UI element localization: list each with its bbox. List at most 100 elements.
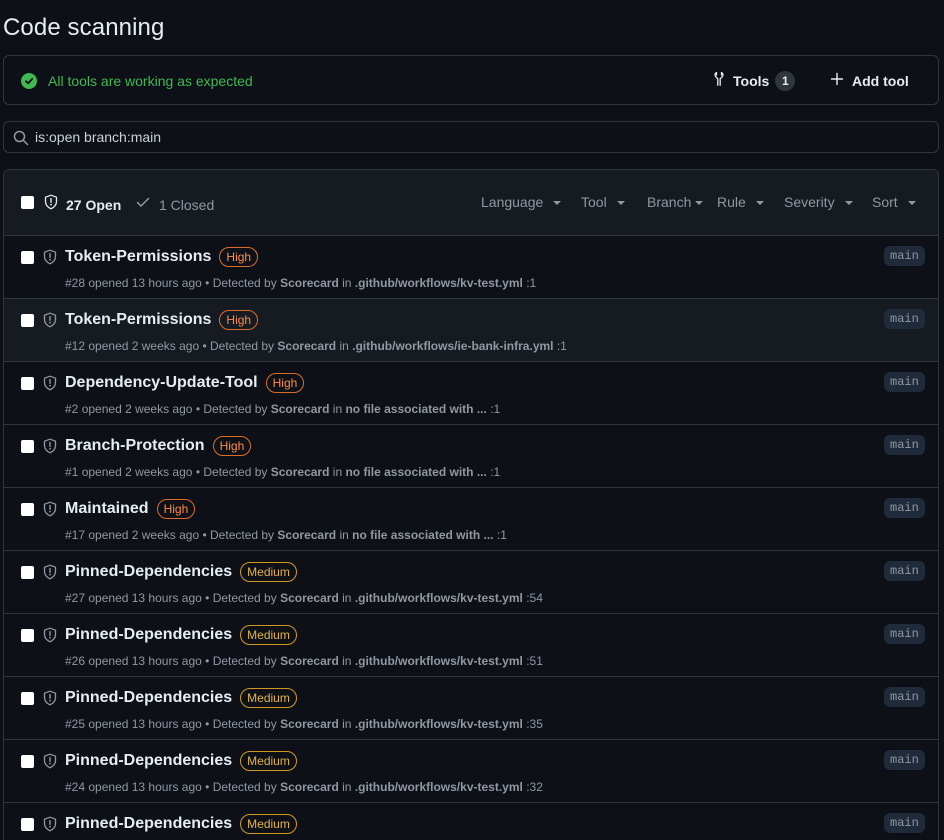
alert-title[interactable]: Pinned-Dependencies [65,563,232,581]
alert-title[interactable]: Token-Permissions [65,311,211,329]
shield-icon [42,564,58,585]
alert-location: .github/workflows/ie-bank-infra.yml [352,339,554,353]
sort-label: Sort [872,194,898,210]
alerts-list-header: 27 Open 1 Closed Language Tool Branch Ru… [4,170,938,236]
branch-tag[interactable]: main [884,246,925,266]
tools-status-panel: All tools are working as expected Tools … [3,55,939,105]
open-alerts-filter[interactable]: 27 Open [43,194,121,215]
alert-title[interactable]: Token-Permissions [65,248,211,266]
branch-tag[interactable]: main [884,750,925,770]
alert-checkbox[interactable] [21,818,34,831]
rule-filter-label: Rule [717,194,746,210]
add-tool-button[interactable]: Add tool [830,68,909,94]
alert-in: in [339,528,349,542]
alert-line: :54 [526,591,543,605]
alert-title-line: Dependency-Update-Tool High [65,373,305,393]
alert-title[interactable]: Maintained [65,500,149,518]
alert-title[interactable]: Dependency-Update-Tool [65,374,258,392]
select-all-checkbox[interactable] [21,196,34,209]
alert-line: :32 [526,780,543,794]
alert-location: .github/workflows/kv-test.yml [354,276,523,290]
alert-meta: #28 opened 13 hours ago • Detected by Sc… [65,276,536,290]
search-input[interactable] [35,122,915,152]
alert-detected-prefix: • Detected by [202,528,275,542]
branch-tag[interactable]: main [884,309,925,329]
alert-opened: opened 13 hours ago [88,717,202,731]
closed-count-label: 1 Closed [159,196,215,213]
alert-title-line: Pinned-Dependencies Medium [65,625,297,645]
alert-number: #25 [65,717,86,731]
branch-tag[interactable]: main [884,435,925,455]
alert-row[interactable]: Token-Permissions High #28 opened 13 hou… [4,236,938,299]
open-count-label: 27 Open [66,196,122,213]
alert-tool-name: Scorecard [270,402,330,416]
alert-checkbox[interactable] [21,629,34,642]
language-filter-dropdown[interactable]: Language [481,194,562,210]
alert-title-line: Pinned-Dependencies Medium [65,688,297,708]
alert-checkbox[interactable] [21,566,34,579]
alert-row[interactable]: Pinned-Dependencies Medium #27 opened 13… [4,551,938,614]
branch-tag[interactable]: main [884,813,925,833]
alert-title[interactable]: Pinned-Dependencies [65,752,232,770]
alert-in: in [342,591,352,605]
severity-label: High [219,247,259,267]
alert-checkbox[interactable] [21,377,34,390]
caret-down-icon [907,200,916,205]
branch-tag[interactable]: main [884,687,925,707]
branch-filter-dropdown[interactable]: Branch [647,194,704,210]
alert-number: #26 [65,654,86,668]
alert-checkbox[interactable] [21,251,34,264]
alert-checkbox[interactable] [21,503,34,516]
severity-label: High [219,310,259,330]
branch-tag[interactable]: main [884,624,925,644]
alert-in: in [339,339,349,353]
branch-tag[interactable]: main [884,372,925,392]
alert-tool-name: Scorecard [280,717,339,731]
alert-checkbox[interactable] [21,692,34,705]
alert-checkbox[interactable] [21,314,34,327]
alert-title[interactable]: Pinned-Dependencies [65,689,232,707]
alert-row[interactable]: Pinned-Dependencies Medium #26 opened 13… [4,614,938,677]
alert-line: :35 [526,717,543,731]
alert-row[interactable]: Maintained High #17 opened 2 weeks ago •… [4,488,938,551]
alert-location: .github/workflows/kv-test.yml [354,654,523,668]
alert-opened: opened 13 hours ago [88,654,202,668]
tools-button[interactable]: Tools 1 [711,68,796,94]
alert-title-line: Branch-Protection High [65,436,252,456]
alert-opened: opened 13 hours ago [88,780,202,794]
alert-row[interactable]: Pinned-Dependencies Medium main [4,803,938,840]
alert-location: no file associated with ... [345,465,487,479]
alert-row[interactable]: Token-Permissions High #12 opened 2 week… [4,299,938,362]
closed-alerts-filter[interactable]: 1 Closed [135,194,214,215]
shield-icon [42,753,58,774]
branch-tag[interactable]: main [884,561,925,581]
rule-filter-dropdown[interactable]: Rule [717,194,764,210]
tools-label: Tools [733,73,770,89]
sort-dropdown[interactable]: Sort [872,194,916,210]
alert-line: :1 [490,465,501,479]
alert-title[interactable]: Pinned-Dependencies [65,626,232,644]
search-box [3,121,939,153]
caret-down-icon [755,200,764,205]
branch-tag[interactable]: main [884,498,925,518]
check-icon [135,194,151,215]
tools-icon [711,71,727,92]
alert-checkbox[interactable] [21,755,34,768]
caret-down-icon [844,200,853,205]
alert-meta: #24 opened 13 hours ago • Detected by Sc… [65,780,543,794]
tool-filter-dropdown[interactable]: Tool [581,194,625,210]
alert-title[interactable]: Branch-Protection [65,437,205,455]
shield-icon [42,249,58,270]
alert-tool-name: Scorecard [280,780,339,794]
alert-location: no file associated with ... [345,402,487,416]
alert-title-line: Pinned-Dependencies Medium [65,751,297,771]
severity-filter-dropdown[interactable]: Severity [784,194,853,210]
alert-opened: opened 2 weeks ago [81,465,193,479]
alert-title[interactable]: Pinned-Dependencies [65,815,232,833]
alert-row[interactable]: Dependency-Update-Tool High #2 opened 2 … [4,362,938,425]
alert-checkbox[interactable] [21,440,34,453]
alert-row[interactable]: Pinned-Dependencies Medium #25 opened 13… [4,677,938,740]
branch-filter-label: Branch [647,194,692,210]
alert-row[interactable]: Pinned-Dependencies Medium #24 opened 13… [4,740,938,803]
alert-row[interactable]: Branch-Protection High #1 opened 2 weeks… [4,425,938,488]
